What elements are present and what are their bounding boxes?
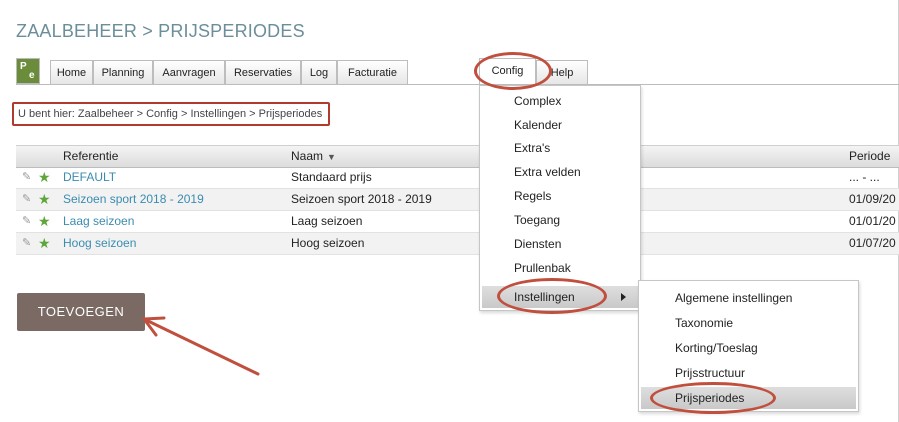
tab-facturatie[interactable]: Facturatie [337, 60, 408, 84]
star-icon[interactable]: ★ [38, 170, 51, 184]
row-referentie-link[interactable]: Seizoen sport 2018 - 2019 [63, 189, 204, 210]
submenu-item-algemene-instellingen[interactable]: Algemene instellingen [675, 287, 792, 309]
prijsperiodes-highlight-ellipse [650, 382, 776, 414]
instellingen-highlight-ellipse [497, 278, 607, 314]
table-row: ✎ ★ DEFAULT Standaard prijs ... - ... [16, 167, 899, 189]
menu-item-diensten[interactable]: Diensten [514, 233, 561, 255]
tab-reservaties[interactable]: Reservaties [225, 60, 301, 84]
logo-letter-p: P [20, 61, 27, 72]
row-naam: Standaard prijs [291, 170, 372, 184]
row-periode: 01/09/20 [849, 192, 896, 206]
menu-item-complex[interactable]: Complex [514, 90, 561, 112]
row-referentie-link[interactable]: Hoog seizoen [63, 233, 136, 254]
col-header-periode[interactable]: Periode [849, 146, 890, 167]
star-icon[interactable]: ★ [38, 192, 51, 206]
star-icon[interactable]: ★ [38, 214, 51, 228]
menu-item-prullenbak[interactable]: Prullenbak [514, 257, 571, 279]
config-dropdown-menu: Complex Kalender Extra's Extra velden Re… [479, 85, 641, 311]
menu-item-toegang[interactable]: Toegang [514, 209, 560, 231]
toevoegen-button[interactable]: TOEVOEGEN [17, 293, 145, 331]
row-referentie-link[interactable]: Laag seizoen [63, 211, 134, 232]
menu-item-extras[interactable]: Extra's [514, 137, 550, 159]
submenu-item-korting-toeslag[interactable]: Korting/Toeslag [675, 337, 758, 359]
tab-log[interactable]: Log [301, 60, 337, 84]
star-icon[interactable]: ★ [38, 236, 51, 250]
pencil-icon[interactable]: ✎ [22, 172, 33, 183]
row-periode: 01/07/20 [849, 236, 896, 250]
row-periode: 01/01/20 [849, 214, 896, 228]
sort-down-icon: ▼ [327, 152, 336, 162]
config-highlight-ellipse [474, 52, 552, 90]
menu-item-kalender[interactable]: Kalender [514, 114, 562, 136]
menu-item-regels[interactable]: Regels [514, 185, 551, 207]
page-title: ZAALBEHEER > PRIJSPERIODES [16, 21, 305, 41]
table-row: ✎ ★ Laag seizoen Laag seizoen 01/01/20 [16, 211, 899, 233]
pencil-icon[interactable]: ✎ [22, 216, 33, 227]
row-naam: Laag seizoen [291, 214, 363, 228]
pencil-icon[interactable]: ✎ [22, 238, 33, 249]
chevron-right-icon [621, 293, 626, 301]
col-header-naam-label: Naam [291, 149, 324, 163]
tab-home[interactable]: Home [50, 60, 93, 84]
col-header-naam[interactable]: Naam ▼ [291, 146, 336, 167]
table-header: Referentie Naam ▼ Periode [16, 145, 899, 168]
submenu-item-prijsstructuur[interactable]: Prijsstructuur [675, 362, 745, 384]
submenu-item-taxonomie[interactable]: Taxonomie [675, 312, 733, 334]
app-logo-icon: P e [16, 58, 40, 84]
menu-item-extra-velden[interactable]: Extra velden [514, 161, 581, 183]
breadcrumb: U bent hier: Zaalbeheer > Config > Inste… [12, 102, 331, 126]
logo-letter-e: e [29, 70, 35, 81]
row-naam: Seizoen sport 2018 - 2019 [291, 192, 432, 206]
pencil-icon[interactable]: ✎ [22, 194, 33, 205]
col-header-referentie[interactable]: Referentie [63, 146, 118, 167]
row-naam: Hoog seizoen [291, 236, 365, 250]
arrow-annotation [142, 316, 260, 376]
table-row: ✎ ★ Hoog seizoen Hoog seizoen 01/07/20 [16, 233, 899, 255]
row-referentie-link[interactable]: DEFAULT [63, 167, 116, 188]
tab-aanvragen[interactable]: Aanvragen [153, 60, 225, 84]
row-periode: ... - ... [849, 170, 880, 184]
tab-planning[interactable]: Planning [93, 60, 153, 84]
navbar-divider [16, 84, 899, 85]
table-row: ✎ ★ Seizoen sport 2018 - 2019 Seizoen sp… [16, 189, 899, 211]
